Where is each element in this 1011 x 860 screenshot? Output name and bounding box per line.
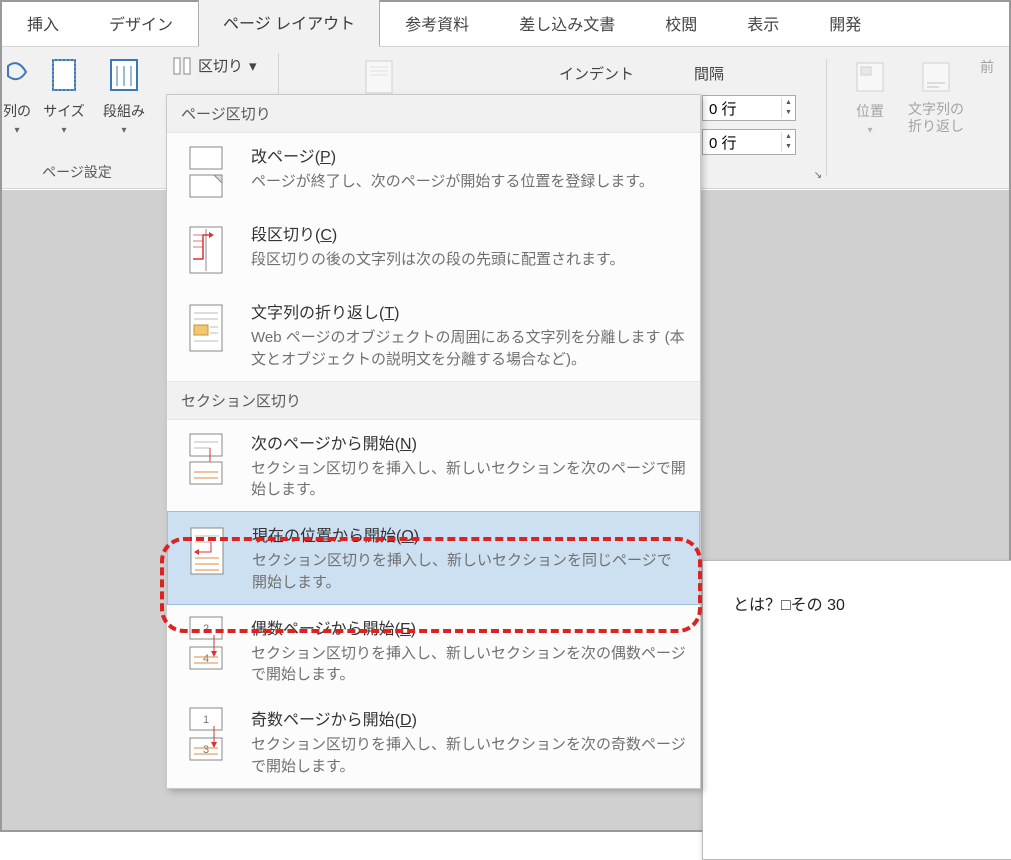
document-page[interactable]: とは？□その 30	[702, 560, 1011, 860]
menu-item-next-page[interactable]: 次のページから開始(N) セクション区切りを挿入し、新しいセクションを次のページ…	[167, 420, 700, 512]
continuous-icon	[182, 522, 232, 580]
menu-section-page-breaks: ページ区切り	[167, 95, 700, 133]
position-button[interactable]: 位置 ▾	[842, 55, 898, 136]
next-page-icon	[181, 430, 231, 488]
tab-review[interactable]: 校閲	[640, 0, 722, 47]
menu-item-text-wrapping[interactable]: 文字列の折り返し(T) Web ページのオブジェクトの周囲にある文字列を分離しま…	[167, 289, 700, 381]
spin-up-icon[interactable]: ▲	[782, 132, 795, 142]
tab-mailings[interactable]: 差し込み文書	[494, 0, 640, 47]
page-break-icon	[181, 143, 231, 201]
wrap-label: 文字列の折り返し	[902, 101, 970, 135]
bring-forward-button[interactable]: 前	[974, 55, 1000, 136]
indent-header: インデント	[559, 63, 634, 84]
svg-text:2: 2	[203, 623, 209, 635]
spacing-before-field[interactable]	[703, 98, 781, 119]
tab-insert[interactable]: 挿入	[2, 0, 84, 47]
columns-label: 段組み	[103, 101, 145, 121]
tab-references[interactable]: 参考資料	[380, 0, 494, 47]
breaks-button[interactable]: 区切り ▾	[166, 53, 263, 78]
breaks-label: 区切り	[198, 55, 243, 76]
size-button[interactable]: サイズ ▾	[36, 55, 92, 136]
spin-down-icon[interactable]: ▼	[782, 108, 795, 118]
column-break-icon	[181, 221, 231, 279]
position-label: 位置	[856, 101, 884, 121]
tab-view[interactable]: 表示	[722, 0, 804, 47]
odd-page-icon: 13	[181, 706, 231, 764]
tab-design[interactable]: デザイン	[84, 0, 198, 47]
paragraph-dialog-launcher-icon[interactable]: ↘	[810, 167, 826, 183]
spacing-after-field[interactable]	[703, 132, 781, 153]
size-label: サイズ	[43, 101, 85, 121]
chevron-down-icon: ▾	[121, 125, 126, 136]
even-page-icon: 24	[181, 615, 231, 673]
margins-button[interactable]: 列の ▾	[2, 55, 32, 136]
wrap-text-button[interactable]: 文字列の折り返し	[902, 55, 970, 136]
menu-item-page-break[interactable]: 改ページ(P) ページが終了し、次のページが開始する位置を登録します。	[167, 133, 700, 211]
tab-page-layout[interactable]: ページ レイアウト	[198, 0, 380, 47]
spacing-before-input[interactable]: ▲▼	[702, 95, 796, 121]
menu-section-section-breaks: セクション区切り	[167, 381, 700, 420]
columns-button[interactable]: 段組み ▾	[96, 55, 152, 136]
chevron-down-icon: ▾	[249, 57, 257, 75]
menu-item-odd-page[interactable]: 13 奇数ページから開始(D) セクション区切りを挿入し、新しいセクションを次の…	[167, 696, 700, 788]
spin-down-icon[interactable]: ▼	[782, 142, 795, 152]
document-text: とは？□その 30	[733, 597, 845, 614]
chevron-down-icon: ▾	[867, 125, 872, 136]
spacing-header: 間隔	[694, 63, 724, 84]
menu-item-column-break[interactable]: 段区切り(C) 段区切りの後の文字列は次の段の先頭に配置されます。	[167, 211, 700, 289]
tab-developer[interactable]: 開発	[804, 0, 886, 47]
chevron-down-icon: ▾	[61, 125, 66, 136]
menu-item-continuous[interactable]: 現在の位置から開始(O) セクション区切りを挿入し、新しいセクションを同じページ…	[167, 511, 700, 605]
page-setup-group-title: ページ設定	[42, 154, 112, 184]
text-wrapping-icon	[181, 299, 231, 357]
chevron-down-icon: ▾	[14, 125, 19, 136]
forward-label: 前	[980, 57, 994, 77]
watermark-button[interactable]	[355, 55, 403, 97]
svg-text:1: 1	[203, 714, 209, 726]
menu-item-even-page[interactable]: 24 偶数ページから開始(E) セクション区切りを挿入し、新しいセクションを次の…	[167, 605, 700, 697]
spin-up-icon[interactable]: ▲	[782, 98, 795, 108]
orientation-label: 列の	[3, 101, 31, 121]
spacing-after-input[interactable]: ▲▼	[702, 129, 796, 155]
ribbon-tabs: 挿入 デザイン ページ レイアウト 参考資料 差し込み文書 校閲 表示 開発	[2, 2, 1009, 47]
breaks-menu: ページ区切り 改ページ(P) ページが終了し、次のページが開始する位置を登録しま…	[166, 94, 701, 789]
breaks-icon	[172, 56, 192, 76]
